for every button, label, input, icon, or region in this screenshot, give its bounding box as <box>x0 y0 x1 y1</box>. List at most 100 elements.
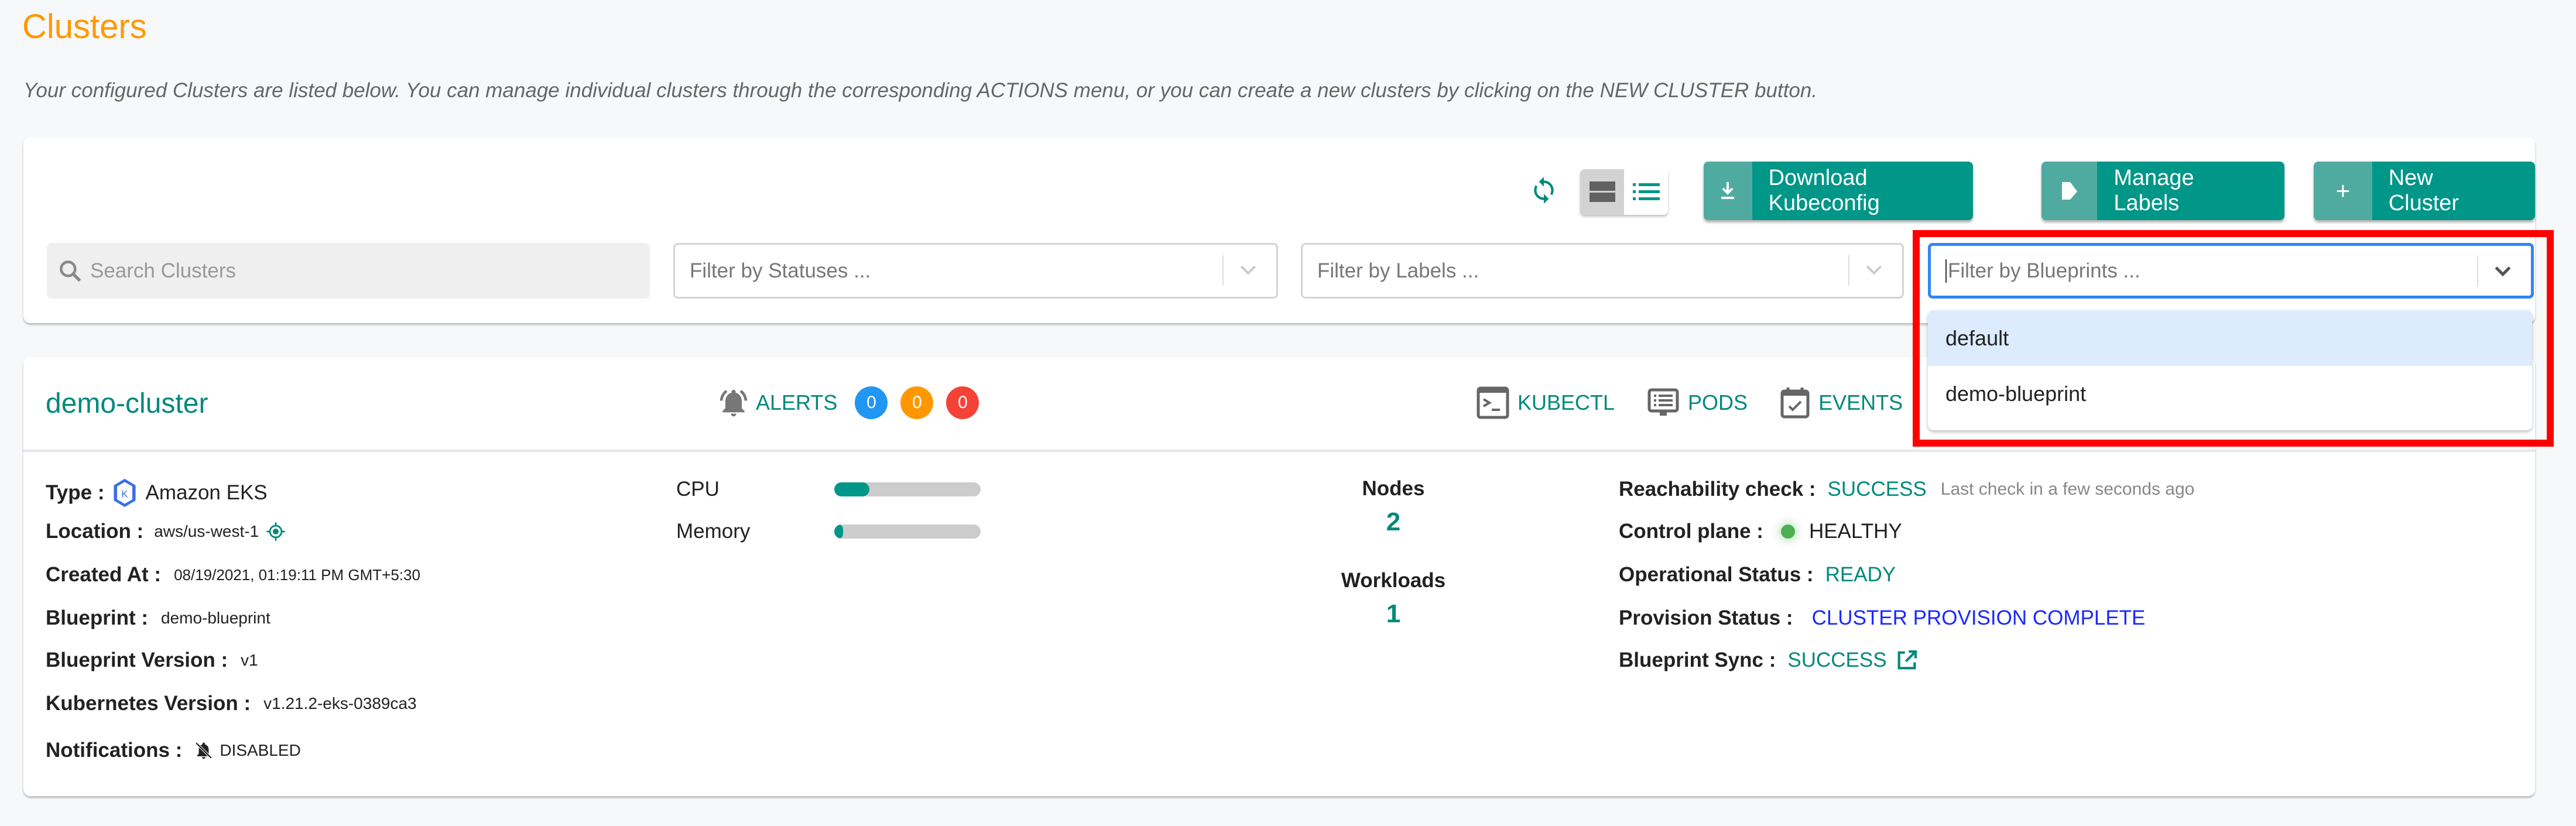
list-view-button[interactable] <box>1624 169 1668 215</box>
chevron-down-icon[interactable] <box>1236 258 1260 281</box>
workloads-value[interactable]: 1 <box>1335 599 1452 629</box>
blueprint-row: Blueprint : demo-blueprint <box>46 606 270 630</box>
eks-icon: K <box>114 478 136 508</box>
created-label: Created At : <box>46 563 162 586</box>
cpu-row: CPU <box>676 478 981 501</box>
cpu-label: CPU <box>676 478 720 501</box>
provision-row: Provision Status : CLUSTER PROVISION COM… <box>1619 606 2145 630</box>
separator <box>1848 255 1849 286</box>
cluster-name[interactable]: demo-cluster <box>46 388 208 420</box>
alerts-link[interactable]: ALERTS <box>756 390 837 415</box>
alert-badge-info[interactable]: 0 <box>855 386 888 419</box>
terminal-icon <box>1477 386 1509 419</box>
workloads-label: Workloads <box>1341 569 1446 592</box>
control-plane-label: Control plane : <box>1619 520 1763 543</box>
cpu-usage-fill <box>834 482 869 496</box>
provision-label: Provision Status : <box>1619 606 1793 629</box>
filter-statuses-placeholder: Filter by Statuses ... <box>690 259 871 282</box>
events-label: EVENTS <box>1818 390 1903 414</box>
cpu-usage-bar <box>834 482 981 496</box>
bp-sync-label: Blueprint Sync : <box>1619 649 1776 671</box>
new-cluster-label: New Cluster <box>2388 166 2459 215</box>
page-title: Clusters <box>22 8 147 46</box>
filter-statuses-select[interactable]: Filter by Statuses ... <box>673 243 1278 299</box>
reachability-note: Last check in a few seconds ago <box>1940 479 2195 499</box>
control-plane-row: Control plane : HEALTHY <box>1619 520 1902 543</box>
created-row: Created At : 08/19/2021, 01:19:11 PM GMT… <box>46 563 420 587</box>
blueprint-value: demo-blueprint <box>160 609 270 627</box>
refresh-icon <box>1534 177 1554 204</box>
chevron-down-icon[interactable] <box>1862 258 1886 281</box>
alert-badge-warning[interactable]: 0 <box>900 386 934 419</box>
download-kubeconfig-button[interactable]: Download Kubeconfig <box>1704 162 1973 220</box>
notifications-label: Notifications : <box>46 739 183 762</box>
memory-label: Memory <box>676 520 751 543</box>
control-plane-value: HEALTHY <box>1808 520 1902 543</box>
page-subtitle: Your configured Clusters are listed belo… <box>23 79 1818 102</box>
download-kubeconfig-label: Download Kubeconfig <box>1768 166 1880 215</box>
bp-sync-row: Blueprint Sync : SUCCESS <box>1619 649 1919 672</box>
kubectl-link[interactable]: KUBECTL <box>1477 386 1615 419</box>
nodes-count: Nodes 2 <box>1335 477 1452 537</box>
pods-label: PODS <box>1688 390 1748 414</box>
k8s-version-label: Kubernetes Version : <box>46 692 251 715</box>
blueprint-label: Blueprint : <box>46 606 148 629</box>
tag-icon <box>2041 162 2098 220</box>
separator <box>1222 255 1224 286</box>
bp-version-row: Blueprint Version : v1 <box>46 649 258 672</box>
k8s-version-row: Kubernetes Version : v1.21.2-eks-0389ca3 <box>46 692 417 715</box>
notifications-value: DISABLED <box>220 741 301 759</box>
manage-labels-label: Manage Labels <box>2113 166 2194 215</box>
bp-version-value: v1 <box>241 651 258 669</box>
provision-value[interactable]: CLUSTER PROVISION COMPLETE <box>1812 606 2146 630</box>
pods-icon <box>1647 388 1679 416</box>
memory-usage-fill <box>834 525 843 539</box>
location-label: Location : <box>46 520 144 543</box>
operational-value: READY <box>1825 563 1896 586</box>
filter-labels-select[interactable]: Filter by Labels ... <box>1301 243 1904 299</box>
type-value: Amazon EKS <box>145 481 268 504</box>
alert-badge-critical[interactable]: 0 <box>946 386 979 419</box>
reachability-value: SUCCESS <box>1827 478 1927 501</box>
memory-row: Memory <box>676 520 981 543</box>
cluster-actions: KUBECTL PODS EVENTS <box>1477 386 1935 419</box>
workloads-count: Workloads 1 <box>1335 569 1452 629</box>
healthy-dot-icon <box>1780 525 1795 539</box>
nodes-value[interactable]: 2 <box>1335 508 1452 537</box>
refresh-button[interactable] <box>1529 176 1558 205</box>
kubectl-label: KUBECTL <box>1517 390 1615 414</box>
bell-off-icon <box>196 742 213 759</box>
location-value: aws/us-west-1 <box>154 522 259 540</box>
type-label: Type : <box>46 481 105 504</box>
card-view-icon <box>1589 181 1615 202</box>
pods-link[interactable]: PODS <box>1647 386 1748 419</box>
search-placeholder: Search Clusters <box>90 259 236 282</box>
nodes-label: Nodes <box>1362 477 1425 500</box>
events-link[interactable]: EVENTS <box>1780 386 1903 419</box>
reachability-label: Reachability check : <box>1619 478 1816 501</box>
reachability-row: Reachability check : SUCCESS Last check … <box>1619 478 2194 501</box>
highlight-annotation <box>1913 230 2554 447</box>
alerts-section: ALERTS 0 0 0 <box>717 386 979 419</box>
search-icon <box>60 260 81 282</box>
list-view-icon <box>1632 183 1660 200</box>
svg-text:K: K <box>122 488 128 499</box>
location-row: Location : aws/us-west-1 <box>46 520 286 543</box>
memory-usage-bar <box>834 525 981 539</box>
card-view-button[interactable] <box>1580 169 1624 215</box>
manage-labels-button[interactable]: Manage Labels <box>2041 162 2284 220</box>
calendar-check-icon <box>1780 388 1810 419</box>
search-input[interactable]: Search Clusters <box>47 243 650 299</box>
external-link-icon[interactable] <box>1895 649 1919 672</box>
download-icon <box>1704 162 1752 220</box>
new-cluster-button[interactable]: + New Cluster <box>2314 162 2535 220</box>
bp-version-label: Blueprint Version : <box>46 649 228 671</box>
created-value: 08/19/2021, 01:19:11 PM GMT+5:30 <box>174 565 420 584</box>
notifications-row: Notifications : DISABLED <box>46 739 301 762</box>
type-row: Type : K Amazon EKS <box>46 478 268 508</box>
operational-row: Operational Status : READY <box>1619 563 1896 587</box>
plus-icon: + <box>2314 162 2372 220</box>
bell-icon <box>720 389 748 417</box>
location-target-icon[interactable] <box>266 522 286 541</box>
view-toggle <box>1580 169 1668 215</box>
